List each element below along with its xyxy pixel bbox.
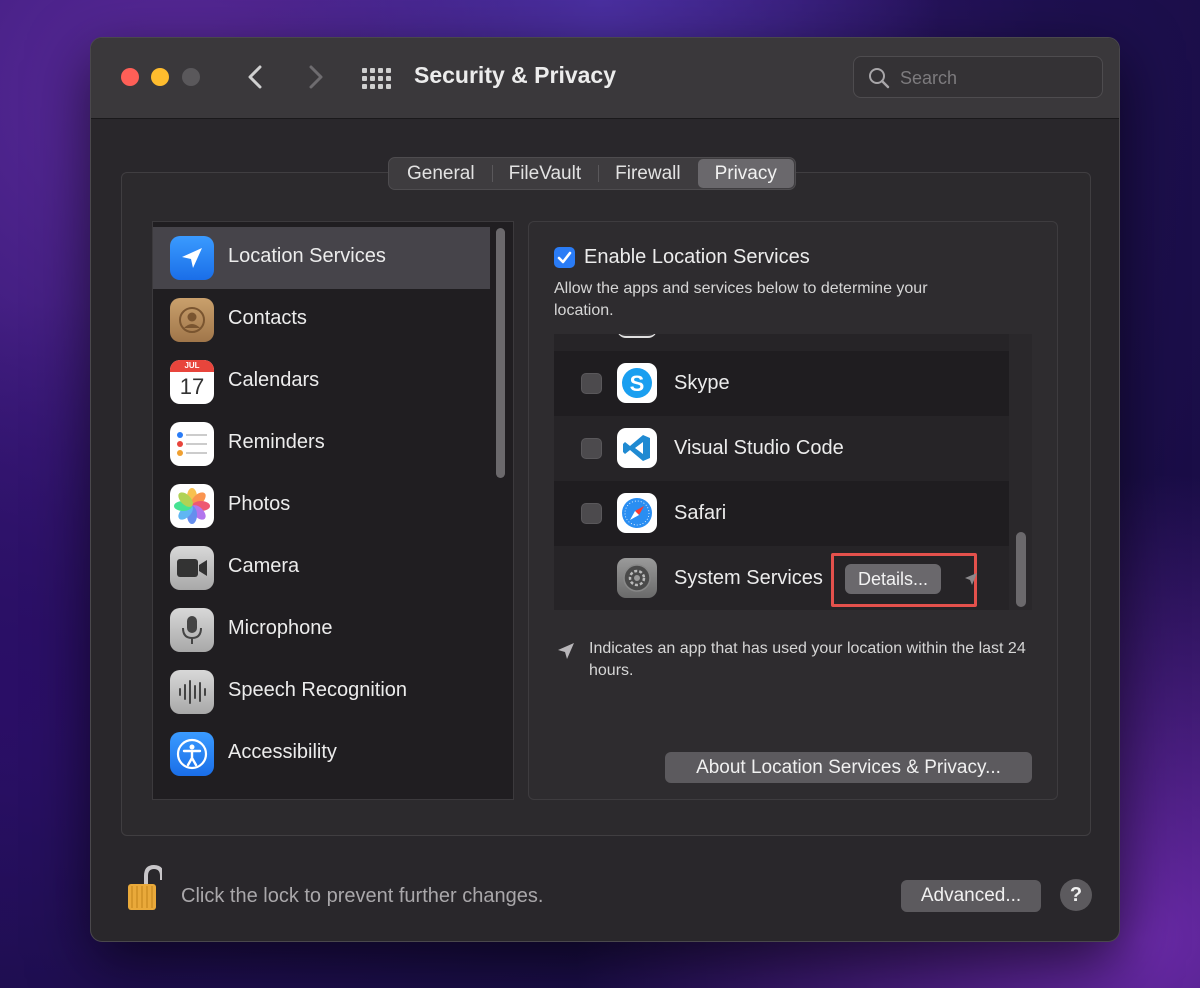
tab-privacy[interactable]: Privacy — [697, 159, 794, 188]
chevron-right-icon — [309, 65, 323, 89]
privacy-category-list[interactable]: Location Services Contacts JUL 17 Calend… — [152, 221, 514, 800]
advanced-button[interactable]: Advanced... — [901, 880, 1041, 912]
app-name: Skype — [674, 372, 730, 394]
app-row-system-services: System Services Details... — [554, 546, 1009, 610]
app-row-vscode: Visual Studio Code — [554, 416, 1009, 481]
system-preferences-icon — [617, 558, 657, 598]
location-description: Allow the apps and services below to det… — [554, 280, 928, 319]
sidebar-item-contacts[interactable]: Contacts — [153, 289, 490, 351]
minimize-button[interactable] — [151, 68, 169, 86]
app-name: Visual Studio Code — [674, 437, 844, 459]
chevron-left-icon — [248, 65, 262, 89]
help-button[interactable]: ? — [1060, 879, 1092, 911]
sidebar-item-microphone[interactable]: Microphone — [153, 599, 490, 661]
details-button[interactable]: Details... — [845, 564, 941, 594]
sidebar-item-label: Location Services — [228, 245, 386, 267]
sidebar-item-camera[interactable]: Camera — [153, 537, 490, 599]
sidebar-item-label: Calendars — [228, 369, 320, 391]
calendar-day-text: 17 — [179, 374, 205, 399]
sidebar-item-label: Camera — [228, 555, 300, 577]
tab-bar: General FileVault Firewall Privacy — [388, 157, 796, 190]
zoom-button[interactable] — [182, 68, 200, 86]
enable-location-label: Enable Location Services — [584, 246, 810, 268]
show-all-button[interactable] — [361, 66, 391, 90]
close-button[interactable] — [121, 68, 139, 86]
safari-checkbox[interactable] — [581, 503, 602, 524]
about-location-button[interactable]: About Location Services & Privacy... — [665, 752, 1032, 783]
sidebar-item-reminders[interactable]: Reminders — [153, 413, 490, 475]
app-name: System Services — [674, 567, 823, 589]
sidebar-item-accessibility[interactable]: Accessibility — [153, 723, 490, 785]
calendar-icon: JUL 17 — [170, 360, 214, 404]
search-icon — [869, 68, 890, 89]
grid-icon — [362, 68, 391, 89]
unlocked-padlock-icon[interactable] — [126, 864, 162, 912]
sidebar-item-speech-recognition[interactable]: Speech Recognition — [153, 661, 490, 723]
microphone-icon — [170, 608, 214, 652]
accessibility-icon — [170, 732, 214, 776]
photos-icon — [170, 484, 214, 528]
location-used-arrow-icon — [965, 573, 977, 585]
location-services-panel: Enable Location Services Allow the apps … — [528, 221, 1058, 800]
app-name: Safari — [674, 502, 727, 524]
app-icon-partial — [617, 334, 657, 338]
tab-firewall[interactable]: Firewall — [598, 159, 697, 188]
sidebar-item-location-services[interactable]: Location Services — [153, 227, 490, 289]
location-arrow-icon — [170, 236, 214, 280]
checkmark-icon — [557, 251, 572, 264]
svg-text:S: S — [630, 371, 645, 396]
calendar-month-text: JUL — [170, 360, 214, 372]
contacts-icon — [170, 298, 214, 342]
back-button[interactable] — [241, 60, 271, 94]
tab-filevault[interactable]: FileVault — [491, 159, 599, 188]
lock-status-text: Click the lock to prevent further change… — [181, 885, 544, 907]
reminders-icon — [170, 422, 214, 466]
app-list-scrollbar[interactable] — [1016, 532, 1026, 607]
indicator-text: Indicates an app that has used your loca… — [589, 640, 1026, 679]
app-row-safari: Safari — [554, 481, 1009, 546]
sidebar-item-label: Speech Recognition — [228, 679, 408, 701]
camera-icon — [170, 546, 214, 590]
sidebar-item-photos[interactable]: Photos — [153, 475, 490, 537]
app-row-skype: S Skype — [554, 351, 1009, 416]
speech-recognition-icon — [170, 670, 214, 714]
skype-checkbox[interactable] — [581, 373, 602, 394]
app-list[interactable]: S Skype Visual Studio Code Safari System… — [554, 334, 1032, 610]
sidebar-item-label: Photos — [228, 493, 291, 515]
sidebar-item-label: Microphone — [228, 617, 333, 639]
skype-icon: S — [617, 363, 657, 403]
sidebar-item-label: Reminders — [228, 431, 325, 453]
search-field[interactable] — [853, 56, 1103, 98]
titlebar: Security & Privacy — [91, 38, 1119, 119]
vscode-checkbox[interactable] — [581, 438, 602, 459]
preferences-window: Security & Privacy General FileVault Fir… — [90, 37, 1120, 942]
sidebar-item-calendars[interactable]: JUL 17 Calendars — [153, 351, 490, 413]
search-input[interactable] — [900, 63, 1090, 93]
vscode-icon — [617, 428, 657, 468]
safari-icon — [617, 493, 657, 533]
location-arrow-icon — [558, 643, 574, 659]
sidebar-item-label: Accessibility — [228, 741, 337, 763]
window-title: Security & Privacy — [414, 62, 617, 88]
sidebar-item-label: Contacts — [228, 307, 307, 329]
forward-button[interactable] — [300, 60, 330, 94]
tab-general[interactable]: General — [390, 159, 492, 188]
sidebar-scrollbar[interactable] — [496, 228, 505, 478]
enable-location-checkbox[interactable] — [554, 247, 575, 268]
